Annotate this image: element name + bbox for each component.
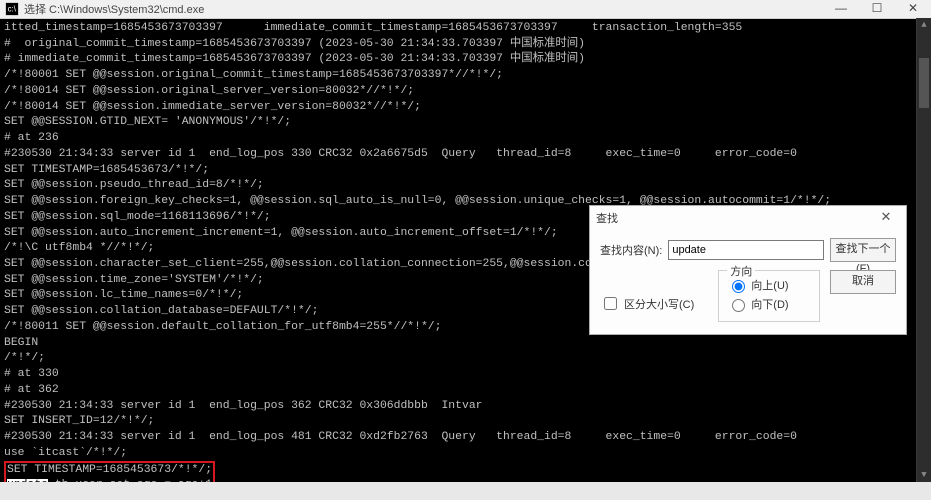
find-input[interactable]: [668, 240, 824, 260]
window-title: 选择 C:\Windows\System32\cmd.exe: [24, 1, 823, 17]
line: #230530 21:34:33 server id 1 end_log_pos…: [4, 400, 483, 412]
line: SET TIMESTAMP=1685453673/*!*/;: [4, 164, 209, 176]
match-case-checkbox[interactable]: [604, 297, 617, 310]
line: # at 362: [4, 384, 59, 396]
line: SET @@SESSION.GTID_NEXT= 'ANONYMOUS'/*!*…: [4, 116, 291, 128]
scroll-up-icon[interactable]: ▲: [917, 18, 931, 32]
line: SET @@session.auto_increment_increment=1…: [4, 227, 558, 239]
dialog-close-button[interactable]: ✕: [872, 208, 900, 228]
direction-legend: 方向: [727, 263, 755, 279]
dialog-titlebar[interactable]: 查找 ✕: [590, 206, 906, 230]
highlight-box: SET TIMESTAMP=1685453673/*!*/; update tb…: [4, 461, 215, 483]
line: SET TIMESTAMP=1685453673/*!*/;: [7, 464, 212, 476]
dialog-body: 查找内容(N): 查找下一个(F) 区分大小写(C) 方向 向上(U) 向下(D…: [590, 230, 906, 334]
minimize-button[interactable]: —: [823, 0, 859, 18]
line: BEGIN: [4, 337, 38, 349]
close-button[interactable]: ✕: [895, 0, 931, 18]
line: # original_commit_timestamp=168545367370…: [4, 38, 585, 50]
radio-down[interactable]: [732, 299, 745, 312]
direction-group: 方向 向上(U) 向下(D): [718, 270, 820, 322]
line: SET INSERT_ID=12/*!*/;: [4, 415, 154, 427]
match-case-label: 区分大小写(C): [624, 296, 694, 312]
line: #230530 21:34:33 server id 1 end_log_pos…: [4, 148, 797, 160]
scroll-thumb[interactable]: [919, 58, 929, 108]
window-controls: — ☐ ✕: [823, 0, 931, 18]
line: #230530 21:34:33 server id 1 end_log_pos…: [4, 431, 797, 443]
line: # immediate_commit_timestamp=16854536737…: [4, 53, 585, 65]
radio-down-label: 向下(D): [751, 296, 788, 312]
find-next-button[interactable]: 查找下一个(F): [830, 238, 896, 262]
find-dialog: 查找 ✕ 查找内容(N): 查找下一个(F) 区分大小写(C) 方向 向上(U)…: [589, 205, 907, 335]
line: SET @@session.time_zone='SYSTEM'/*!*/;: [4, 274, 264, 286]
maximize-button[interactable]: ☐: [859, 0, 895, 18]
line: SET @@session.collation_database=DEFAULT…: [4, 305, 318, 317]
line: /*!80011 SET @@session.default_collation…: [4, 321, 441, 333]
line: # at 330: [4, 368, 59, 380]
line: SET @@session.pseudo_thread_id=8/*!*/;: [4, 179, 264, 191]
title-bar: c:\ 选择 C:\Windows\System32\cmd.exe — ☐ ✕: [0, 0, 931, 19]
dialog-title: 查找: [596, 210, 872, 226]
line: /*!80001 SET @@session.original_commit_t…: [4, 69, 503, 81]
line: use `itcast`/*!*/;: [4, 447, 127, 459]
radio-up-label: 向上(U): [751, 277, 788, 293]
scrollbar[interactable]: ▲ ▼: [916, 18, 931, 482]
line: /*!80014 SET @@session.immediate_server_…: [4, 101, 421, 113]
scroll-down-icon[interactable]: ▼: [917, 468, 931, 482]
cmd-icon: c:\: [5, 2, 19, 16]
radio-up[interactable]: [732, 280, 745, 293]
line: # at 236: [4, 132, 59, 144]
line: itted_timestamp=1685453673703397 immedia…: [4, 22, 742, 34]
line: SET @@session.sql_mode=1168113696/*!*/;: [4, 211, 271, 223]
line: /*!\C utf8mb4 *//*!*/;: [4, 242, 154, 254]
line: SET @@session.lc_time_names=0/*!*/;: [4, 289, 243, 301]
svg-text:c:\: c:\: [8, 5, 17, 14]
line: /*!*/;: [4, 352, 45, 364]
line: /*!80014 SET @@session.original_server_v…: [4, 85, 414, 97]
frame-edge: [0, 482, 931, 500]
find-label: 查找内容(N):: [600, 242, 662, 258]
cancel-button[interactable]: 取消: [830, 270, 896, 294]
